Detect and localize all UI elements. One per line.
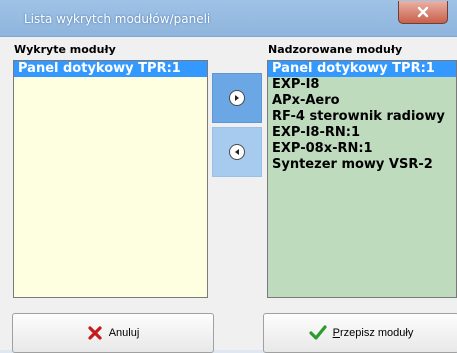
list-item[interactable]: RF-4 sterownik radiowy	[268, 109, 456, 125]
green-check-icon	[309, 325, 327, 341]
detected-modules-label: Wykryte moduły	[14, 43, 116, 56]
list-item[interactable]: EXP-08x-RN:1	[268, 141, 456, 157]
assign-modules-button[interactable]: Przepisz moduły	[263, 313, 457, 353]
list-item[interactable]: Panel dotykowy TPR:1	[14, 61, 207, 77]
close-icon	[417, 6, 429, 18]
list-item[interactable]: Panel dotykowy TPR:1	[268, 61, 456, 77]
cancel-label: Anuluj	[108, 327, 140, 339]
close-button[interactable]	[398, 1, 448, 24]
supervised-modules-list[interactable]: Panel dotykowy TPR:1 EXP-I8 APx-Aero RF-4 s…	[267, 60, 457, 298]
list-item[interactable]: Syntezer mowy VSR-2	[268, 157, 456, 173]
list-item[interactable]: EXP-I8-RN:1	[268, 125, 456, 141]
move-left-button[interactable]	[212, 127, 262, 177]
red-x-icon	[87, 325, 103, 341]
supervised-modules-label: Nadzorowane moduły	[268, 43, 403, 56]
list-item[interactable]: EXP-I8	[268, 77, 456, 93]
title-bar[interactable]: Lista wykrytch modułów/paneli	[0, 0, 457, 37]
move-right-button[interactable]	[212, 73, 262, 123]
arrow-right-circle-icon	[229, 90, 245, 106]
cancel-button[interactable]: Anuluj	[12, 313, 214, 353]
assign-modules-label: Przepisz moduły	[332, 327, 414, 339]
detected-modules-list[interactable]: Panel dotykowy TPR:1	[13, 60, 208, 298]
arrow-left-circle-icon	[229, 144, 245, 160]
dialog-window: Lista wykrytch modułów/paneli Wykryte mo…	[0, 0, 457, 353]
window-title: Lista wykrytch modułów/paneli	[24, 12, 211, 26]
list-item[interactable]: APx-Aero	[268, 93, 456, 109]
